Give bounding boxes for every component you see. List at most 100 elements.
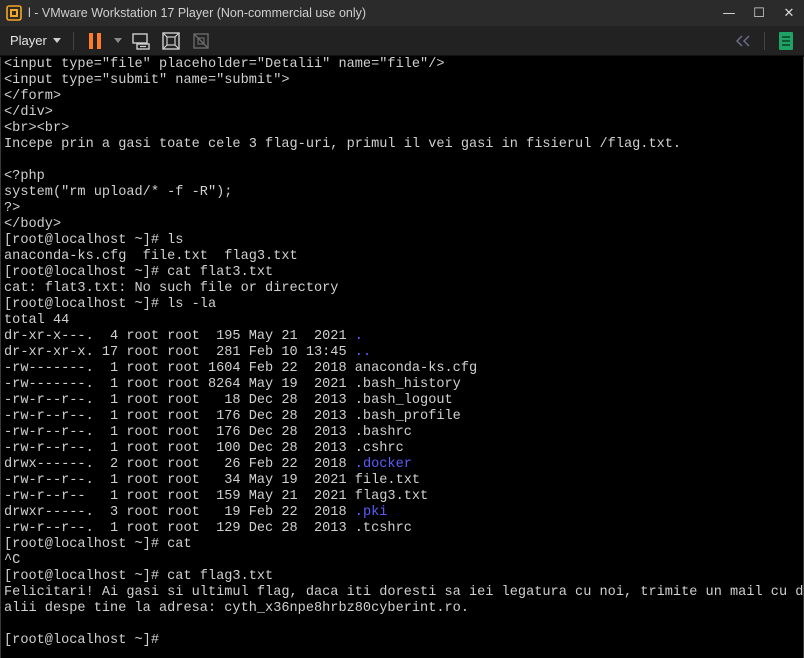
console-line: -rw-r--r-- 1 root root 159 May 21 2021 f… — [4, 489, 803, 505]
pause-icon — [88, 32, 101, 49]
console-line: </form> — [4, 89, 803, 105]
console-line: cat: flat3.txt: No such file or director… — [4, 281, 803, 297]
console-line: -rw-r--r--. 1 root root 129 Dec 28 2013 … — [4, 521, 803, 537]
console-line: drwxr-----. 3 root root 19 Feb 22 2018 .… — [4, 505, 803, 521]
console-line-text: [root@localhost ~]# cat flag3.txt — [4, 569, 274, 584]
pause-menu-button[interactable] — [112, 29, 124, 53]
fullscreen-icon — [162, 31, 180, 50]
console-line: -rw-r--r--. 1 root root 176 Dec 28 2013 … — [4, 425, 803, 441]
console-line: -rw-------. 1 root root 8264 May 19 2021… — [4, 377, 803, 393]
console-line: [root@localhost ~]# ls -la — [4, 297, 803, 313]
console-line-text: -rw-------. 1 root root 1604 Feb 22 2018… — [4, 361, 478, 376]
console-line: <br><br> — [4, 121, 803, 137]
console-line-text: anaconda-ks.cfg file.txt flag3.txt — [4, 249, 298, 264]
window-title: l - VMware Workstation 17 Player (Non-co… — [28, 6, 367, 20]
library-button[interactable] — [774, 29, 798, 53]
console-line-text: drwxr-----. 3 root root 19 Feb 22 2018 — [4, 505, 355, 520]
minimize-button[interactable]: — — [714, 0, 744, 26]
console-line: -rw-r--r--. 1 root root 176 Dec 28 2013 … — [4, 409, 803, 425]
console-line-text: [root@localhost ~]# — [4, 633, 168, 648]
directory-name: .docker — [354, 457, 412, 472]
console-line: dr-xr-xr-x. 17 root root 281 Feb 10 13:4… — [4, 345, 803, 361]
directory-name: .pki — [354, 505, 388, 520]
console-output: <input type="file" placeholder="Detalii"… — [4, 57, 804, 649]
console-line: <input type="file" placeholder="Detalii"… — [4, 57, 803, 73]
console-line: [root@localhost ~]# — [4, 633, 803, 649]
console-line-text: [root@localhost ~]# ls -la — [4, 297, 217, 312]
console-line-text: drwx------. 2 root root 26 Feb 22 2018 — [4, 457, 355, 472]
maximize-button[interactable]: ☐ — [744, 0, 774, 26]
console-line: -rw-------. 1 root root 1604 Feb 22 2018… — [4, 361, 803, 377]
console-line-text: -rw-r--r--. 1 root root 129 Dec 28 2013 … — [4, 521, 412, 536]
fullscreen-button[interactable] — [159, 29, 183, 53]
unity-button[interactable] — [189, 29, 213, 53]
console-line-text: [root@localhost ~]# cat — [4, 537, 192, 552]
console-line-text: system("rm upload/* -f -R"); — [4, 185, 233, 200]
console-line: drwx------. 2 root root 26 Feb 22 2018 .… — [4, 457, 803, 473]
console-line-text: [root@localhost ~]# cat flat3.txt — [4, 265, 274, 280]
send-ctrl-alt-del-button[interactable] — [129, 29, 153, 53]
console-line-text: dr-xr-x---. 4 root root 195 May 21 2021 — [4, 329, 355, 344]
toolbar-separator — [764, 31, 765, 50]
library-icon — [779, 31, 793, 50]
console-line-text: -rw-r--r--. 1 root root 176 Dec 28 2013 … — [4, 409, 461, 424]
console-line-text: </form> — [4, 89, 62, 104]
console-line-text: -rw-r--r-- 1 root root 159 May 21 2021 f… — [4, 489, 429, 504]
chevron-down-icon — [113, 38, 122, 43]
console-line-text: </body> — [4, 217, 62, 232]
console-line-text: -rw-------. 1 root root 8264 May 19 2021… — [4, 377, 461, 392]
console-line-text: -rw-r--r--. 1 root root 176 Dec 28 2013 … — [4, 425, 412, 440]
console-line-text: <input type="file" placeholder="Detalii"… — [4, 57, 445, 72]
console-line: -rw-r--r--. 1 root root 34 May 19 2021 f… — [4, 473, 803, 489]
console-line-text: -rw-r--r--. 1 root root 18 Dec 28 2013 .… — [4, 393, 453, 408]
collapse-toolbar-button[interactable] — [731, 29, 755, 53]
console-line: Felicitari! Ai gasi si ultimul flag, dac… — [4, 585, 804, 601]
console-line: ?> — [4, 201, 803, 217]
console-line: </body> — [4, 217, 803, 233]
player-menu-button[interactable]: Player — [10, 30, 67, 52]
console-line: Incepe prin a gasi toate cele 3 flag-uri… — [4, 137, 803, 153]
console-line: [root@localhost ~]# cat flat3.txt — [4, 265, 803, 281]
console-line: <input type="submit" name="submit"> — [4, 73, 803, 89]
console-line-text: dr-xr-xr-x. 17 root root 281 Feb 10 13:4… — [4, 345, 355, 360]
directory-name: .. — [354, 345, 372, 360]
console-line-text: Incepe prin a gasi toate cele 3 flag-uri… — [4, 137, 682, 152]
toolbar-separator — [72, 31, 74, 50]
console-line-text: ^C — [4, 553, 21, 568]
console-line-text: -rw-r--r--. 1 root root 100 Dec 28 2013 … — [4, 441, 404, 456]
console-line-text: cat: flat3.txt: No such file or director… — [4, 281, 339, 296]
player-menu-label: Player — [10, 33, 47, 48]
console-line: [root@localhost ~]# cat — [4, 537, 803, 553]
vm-console[interactable]: <input type="file" placeholder="Detalii"… — [0, 57, 804, 658]
console-line-text: alii despe tine la adresa: cyth_x36npe8h… — [4, 601, 469, 616]
toolbar-right — [728, 29, 804, 53]
console-line-text: total 44 — [4, 313, 70, 328]
vmware-player-icon — [6, 5, 22, 21]
close-button[interactable]: ✕ — [774, 0, 804, 26]
unity-icon — [193, 32, 209, 49]
console-line-text: <?php — [4, 169, 45, 184]
console-line-text: </div> — [4, 105, 53, 120]
console-line-text: <input type="submit" name="submit"> — [4, 73, 290, 88]
console-line: <?php — [4, 169, 803, 185]
console-line: [root@localhost ~]# cat flag3.txt — [4, 569, 803, 585]
pause-button[interactable] — [83, 29, 107, 53]
console-line: [root@localhost ~]# ls — [4, 233, 803, 249]
console-line: ^C — [4, 553, 803, 569]
console-line-text: -rw-r--r--. 1 root root 34 May 19 2021 f… — [4, 473, 421, 488]
console-line: -rw-r--r--. 1 root root 100 Dec 28 2013 … — [4, 441, 803, 457]
title-bar[interactable]: l - VMware Workstation 17 Player (Non-co… — [0, 0, 804, 26]
console-line: </div> — [4, 105, 803, 121]
console-line: -rw-r--r--. 1 root root 18 Dec 28 2013 .… — [4, 393, 803, 409]
console-line-text: ?> — [4, 201, 21, 216]
collapse-icon — [735, 34, 750, 47]
console-line: dr-xr-x---. 4 root root 195 May 21 2021 … — [4, 329, 803, 345]
console-line: system("rm upload/* -f -R"); — [4, 185, 803, 201]
console-line: anaconda-ks.cfg file.txt flag3.txt — [4, 249, 803, 265]
directory-name: . — [354, 329, 363, 344]
console-line-text: [root@localhost ~]# ls — [4, 233, 184, 248]
console-line-text: Felicitari! Ai gasi si ultimul flag, dac… — [4, 585, 804, 600]
toolbar: Player — [0, 26, 804, 56]
